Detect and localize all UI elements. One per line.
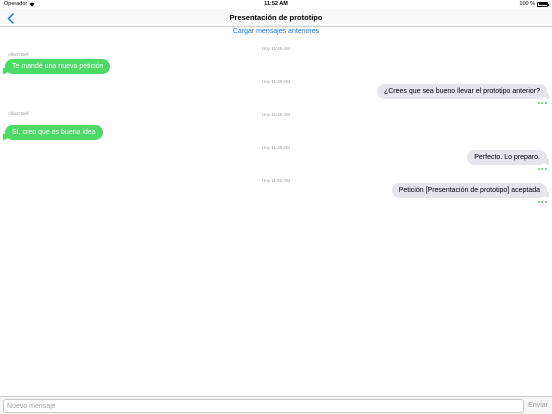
status-dot xyxy=(537,201,540,203)
message-list: Hoy 11:48 AM Albert Bell Te mandé una nuev… xyxy=(0,0,552,414)
incoming-message-bubble[interactable]: Sí, creo que es buena idea xyxy=(3,125,103,140)
delivery-status-icon xyxy=(537,201,547,203)
status-dot xyxy=(545,168,547,170)
message-input[interactable] xyxy=(3,399,524,413)
message-timestamp: Hoy 11:48 AM xyxy=(262,46,290,51)
message-timestamp: Hoy 11:49 AM xyxy=(262,112,290,117)
status-dot xyxy=(537,168,540,170)
status-dot xyxy=(545,201,547,203)
sender-name: Albert Bell xyxy=(8,52,29,57)
outgoing-message-bubble[interactable]: Perfecto. Lo preparo. xyxy=(467,150,549,165)
delivery-status-icon xyxy=(537,102,547,104)
status-dot xyxy=(537,102,540,104)
outgoing-message-bubble[interactable]: Petición [Presentación de prototipo] ace… xyxy=(391,183,550,198)
send-button[interactable]: Enviar xyxy=(528,399,548,413)
status-dot xyxy=(541,168,544,170)
input-bar: Enviar xyxy=(0,396,552,414)
status-dot xyxy=(541,102,544,104)
delivery-status-icon xyxy=(537,168,547,170)
incoming-message-bubble[interactable]: Te mandé una nueva petición xyxy=(2,59,111,74)
message-timestamp: Hoy 11:49 AM xyxy=(262,145,290,150)
outgoing-message-bubble[interactable]: ¿Crees que sea bueno llevar el prototipo… xyxy=(376,84,550,99)
sender-name: Albert Bell xyxy=(8,111,29,116)
status-dot xyxy=(545,102,547,104)
status-dot xyxy=(541,201,544,203)
